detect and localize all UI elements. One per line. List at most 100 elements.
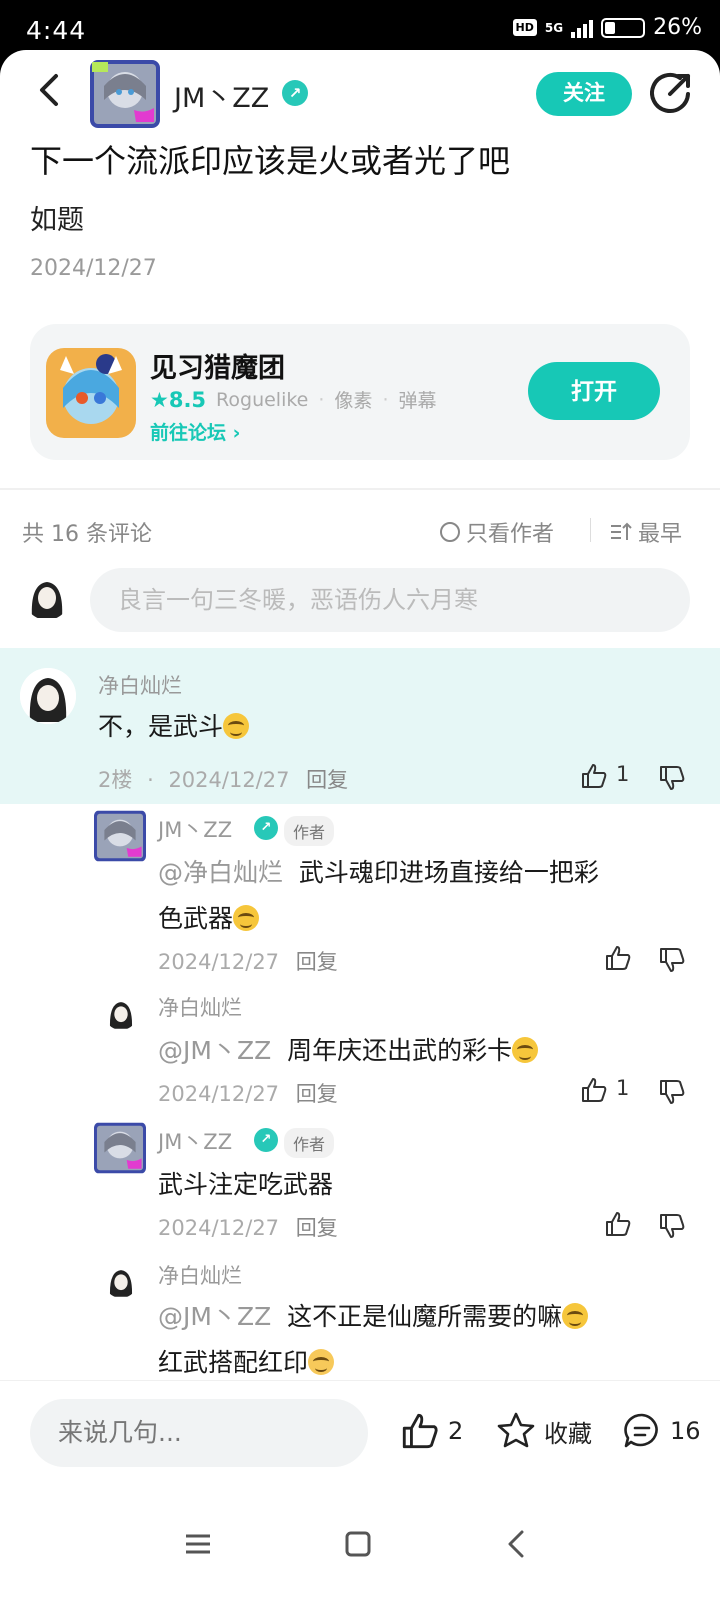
reply-username[interactable]: JM丶ZZ	[158, 1126, 232, 1156]
back-arrow-icon[interactable]	[30, 70, 70, 110]
reply-text: 武斗注定吃武器	[158, 1170, 334, 1199]
game-meta: ★8.5 Roguelike · 像素 · 弹幕	[150, 386, 437, 413]
signal-icon	[571, 18, 594, 38]
reply-body: 武斗魂印进场直接给一把彩	[298, 858, 599, 887]
tag-separator: ·	[318, 388, 325, 411]
reply-button[interactable]: 回复	[296, 1216, 338, 1240]
reply-date: 2024/12/27	[158, 950, 280, 974]
network-type: 5G	[544, 20, 564, 35]
reply-meta: 2024/12/27 回复	[158, 1078, 338, 1108]
replier-avatar[interactable]	[104, 996, 138, 1030]
comments-header: 共 16 条评论 只看作者 最早	[0, 508, 720, 552]
like-icon[interactable]	[580, 1076, 608, 1104]
only-author-toggle[interactable]: 只看作者	[440, 516, 554, 548]
battery-icon	[601, 17, 646, 38]
share-icon[interactable]	[650, 72, 692, 114]
game-card[interactable]: 见习猎魔团 ★8.5 Roguelike · 像素 · 弹幕 前往论坛 › 打开	[30, 324, 690, 460]
mention[interactable]: @JM丶ZZ	[158, 1036, 271, 1065]
reply-button[interactable]: 回复	[306, 768, 348, 792]
comments-button[interactable]: 16	[622, 1411, 701, 1451]
top-bar: JM丶ZZ ↗ 关注	[0, 50, 720, 140]
reply-meta: 2024/12/27 回复	[158, 1212, 338, 1242]
like-icon[interactable]	[604, 944, 632, 972]
like-icon	[402, 1413, 438, 1449]
game-icon[interactable]	[46, 348, 136, 438]
like-count: 1	[616, 762, 630, 786]
reply-date: 2024/12/27	[158, 1216, 280, 1240]
mention[interactable]: @JM丶ZZ	[158, 1302, 271, 1331]
post-like-button[interactable]: 2	[400, 1411, 463, 1451]
sort-icon	[611, 522, 632, 540]
reply-button[interactable]: 回复	[296, 950, 338, 974]
author-tag: 作者	[284, 1128, 335, 1158]
replier-avatar[interactable]	[104, 1264, 138, 1298]
author-avatar[interactable]	[90, 60, 160, 128]
comment-count: 共 16 条评论	[22, 522, 152, 547]
author-name[interactable]: JM丶ZZ	[174, 76, 269, 115]
replier-avatar[interactable]	[94, 810, 146, 862]
chevron-right-icon: ›	[232, 422, 241, 444]
verified-badge-icon: ↗	[254, 1128, 278, 1152]
game-tag: Roguelike	[216, 388, 309, 411]
forum-link-label: 前往论坛	[150, 422, 227, 444]
commenter-avatar[interactable]	[20, 668, 76, 724]
post-date: 2024/12/27	[30, 256, 157, 281]
reply-username[interactable]: 净白灿烂	[158, 1260, 242, 1290]
game-name: 见习猎魔团	[150, 353, 285, 384]
reply-username[interactable]: 净白灿烂	[158, 992, 242, 1022]
verified-badge-icon: ↗	[254, 816, 278, 840]
meta-separator: ·	[147, 768, 154, 792]
like-count: 1	[616, 1076, 630, 1100]
post-like-count: 2	[448, 1417, 464, 1445]
open-game-button[interactable]: 打开	[528, 362, 660, 420]
quick-comment-input[interactable]: 来说几句...	[30, 1399, 368, 1467]
reply-username[interactable]: JM丶ZZ	[158, 814, 232, 844]
forum-link[interactable]: 前往论坛 ›	[150, 418, 240, 445]
mention[interactable]: @净白灿烂	[158, 858, 283, 887]
like-icon[interactable]	[580, 762, 608, 790]
reply-text: @JM丶ZZ 周年庆还出武的彩卡	[158, 1028, 539, 1074]
reply-body-line2: 色武器	[158, 904, 234, 933]
favorite-button[interactable]: 收藏	[496, 1411, 592, 1451]
reply-body-line2: 红武搭配红印	[158, 1348, 309, 1377]
reply-date: 2024/12/27	[158, 1082, 280, 1106]
dislike-icon[interactable]	[658, 764, 686, 792]
tag-separator: ·	[382, 388, 389, 411]
dislike-icon[interactable]	[658, 1212, 686, 1240]
author-tag: 作者	[284, 816, 335, 846]
reply-text: @JM丶ZZ 这不正是仙魔所需要的嘛 红武搭配红印	[158, 1294, 589, 1386]
dislike-icon[interactable]	[658, 946, 686, 974]
reply-button[interactable]: 回复	[296, 1082, 338, 1106]
star-icon: ★	[150, 387, 169, 412]
surprised-emoji-icon	[308, 1349, 335, 1375]
status-time: 4:44	[26, 16, 87, 45]
smile-emoji-icon	[512, 1037, 539, 1063]
comment-meta: 2楼 · 2024/12/27 回复	[98, 764, 348, 794]
reply-meta: 2024/12/27 回复	[158, 946, 338, 976]
system-nav-bar	[0, 1490, 720, 1605]
sort-toggle[interactable]: 最早	[610, 516, 682, 548]
follow-button[interactable]: 关注	[536, 72, 632, 116]
post-page: JM丶ZZ ↗ 关注 下一个流派印应该是火或者光了吧 如题 2024/12/27…	[0, 50, 720, 1605]
comment-username[interactable]: 净白灿烂	[98, 670, 182, 700]
menu-icon[interactable]	[180, 1526, 216, 1562]
replier-avatar[interactable]	[94, 1122, 146, 1174]
comment-bubble-icon	[624, 1413, 658, 1448]
comment-input[interactable]: 良言一句三冬暖，恶语伤人六月寒	[90, 568, 690, 632]
star-outline-icon	[497, 1412, 535, 1448]
post-title: 下一个流派印应该是火或者光了吧	[30, 142, 511, 180]
status-indicators: HD 5G 26%	[512, 15, 702, 40]
back-icon[interactable]	[500, 1526, 536, 1562]
comment-body: 不，是武斗	[98, 712, 224, 741]
game-tag: 弹幕	[398, 390, 437, 412]
only-author-label: 只看作者	[466, 522, 555, 547]
battery-percent: 26%	[653, 15, 702, 40]
comments-count: 16	[670, 1417, 701, 1445]
home-icon[interactable]	[340, 1526, 376, 1562]
like-icon[interactable]	[604, 1210, 632, 1238]
verified-badge-icon: ↗	[282, 80, 308, 106]
hd-icon: HD	[512, 19, 537, 36]
dislike-icon[interactable]	[658, 1078, 686, 1106]
comment-date: 2024/12/27	[168, 768, 290, 792]
floor-number: 2楼	[98, 768, 133, 792]
